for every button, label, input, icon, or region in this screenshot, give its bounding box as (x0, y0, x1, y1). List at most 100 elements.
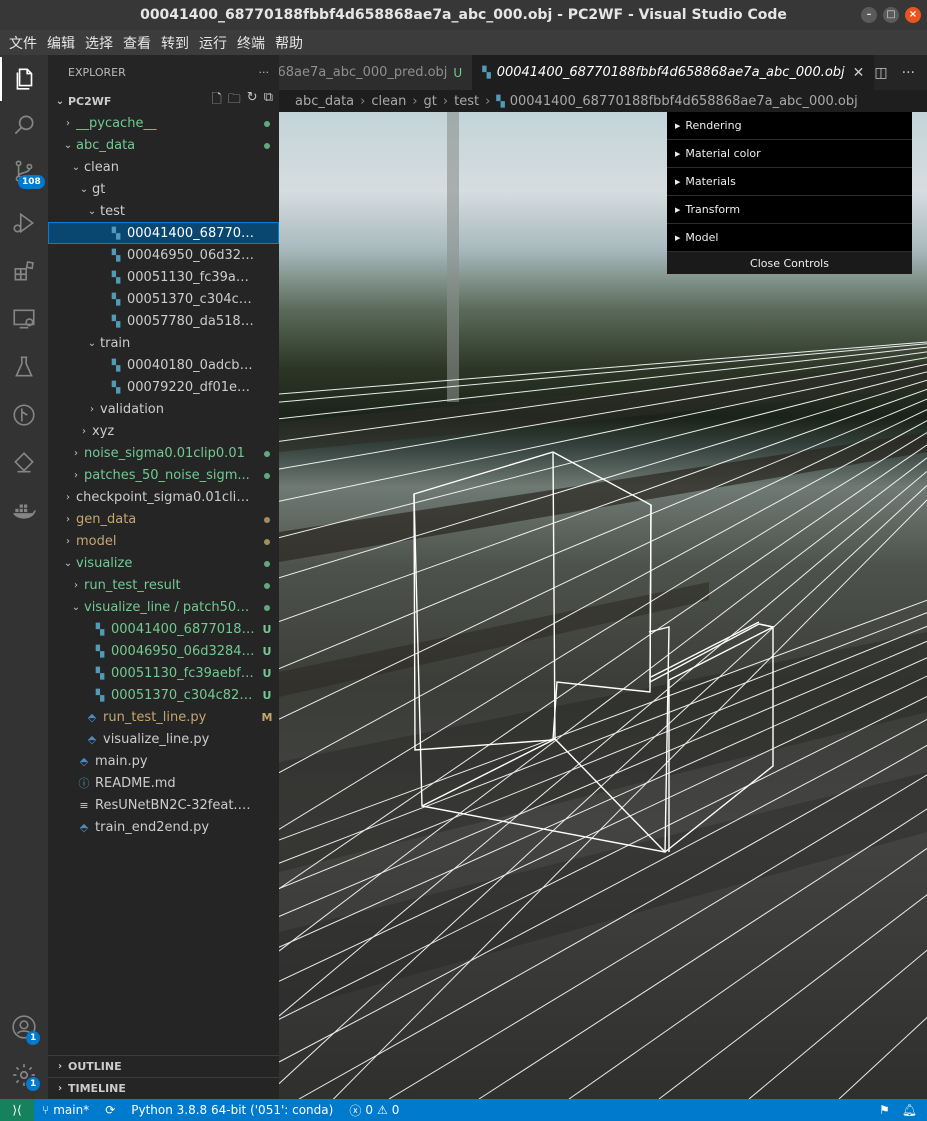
tree-file[interactable]: ▚ 00051370_c304c82e5c88... (48, 288, 279, 310)
account-icon[interactable]: 1 (0, 1005, 48, 1049)
tree-file[interactable]: ≡ ResUNetBN2C-32feat.pth (48, 794, 279, 816)
tree-folder[interactable]: › model (48, 530, 279, 552)
tree-item-label: clean (84, 159, 119, 175)
close-tab-icon[interactable]: ✕ (853, 65, 865, 81)
more-actions-icon[interactable]: ··· (259, 66, 270, 79)
gui-folder-transform[interactable]: ▶ Transform (667, 196, 912, 224)
outline-panel-header[interactable]: › OUTLINE (48, 1055, 279, 1077)
tree-file[interactable]: ▚ 00051130_fc39aebf81c... U (48, 662, 279, 684)
close-controls-button[interactable]: Close Controls (667, 252, 912, 274)
account-badge: 1 (26, 1031, 41, 1045)
error-icon: ⓧ (349, 1103, 362, 1118)
tree-file[interactable]: ⓘ README.md (48, 772, 279, 794)
tree-folder[interactable]: ⌄ train (48, 332, 279, 354)
tree-folder[interactable]: › gen_data (48, 508, 279, 530)
tree-file[interactable]: ▚ 00079220_df01ea5d5c5d... (48, 376, 279, 398)
tree-folder[interactable]: ⌄ gt (48, 178, 279, 200)
menu-help[interactable]: 帮助 (270, 33, 308, 53)
chevron-down-icon: ⌄ (63, 139, 73, 151)
tree-item-label: 00046950_06d3284aaeba... (127, 247, 255, 263)
tree-file[interactable]: ▚ 00046950_06d3284aae... U (48, 640, 279, 662)
tree-file[interactable]: ⬘ visualize_line.py (48, 728, 279, 750)
gui-folder-rendering[interactable]: ▶ Rendering (667, 112, 912, 140)
notifications-bell-icon[interactable]: 🔔︎ (902, 1103, 917, 1117)
minimize-button[interactable]: – (861, 7, 877, 23)
menu-edit[interactable]: 编辑 (42, 33, 80, 53)
workspace-root[interactable]: ⌄ PC2WF 🗋 🗀 ↻ ⧉ (48, 90, 279, 112)
breadcrumb-item[interactable]: 00041400_68770188fbbf4d658868ae7a_abc_00… (510, 94, 858, 109)
tab-pred-obj[interactable]: 58868ae7a_abc_000_pred.obj U (279, 55, 473, 90)
remote-explorer-icon[interactable] (0, 297, 48, 341)
tab-active-obj[interactable]: ▚ 00041400_68770188fbbf4d658868ae7a_abc_… (472, 55, 875, 90)
gui-folder-material-color[interactable]: ▶ Material color (667, 140, 912, 168)
tree-file[interactable]: ▚ 00057780_da518f0dbee0... (48, 310, 279, 332)
menu-go[interactable]: 转到 (156, 33, 194, 53)
docker-icon[interactable] (0, 489, 48, 533)
close-window-button[interactable]: × (905, 7, 921, 23)
tree-file[interactable]: ⬘ train_end2end.py (48, 816, 279, 838)
tree-file[interactable]: ⬘ main.py (48, 750, 279, 772)
tree-file[interactable]: ▚ 00046950_06d3284aaeba... (48, 244, 279, 266)
tree-folder[interactable]: ⌄ test (48, 200, 279, 222)
split-editor-icon[interactable]: ◫ (874, 65, 887, 81)
breadcrumb-item[interactable]: abc_data (295, 94, 354, 109)
live-share-icon[interactable]: ⚑ (879, 1103, 890, 1117)
maximize-button[interactable]: □ (883, 7, 899, 23)
sync-icon[interactable]: ⟳ (97, 1103, 123, 1117)
tree-folder[interactable]: › patches_50_noise_sigm... (48, 464, 279, 486)
new-folder-icon[interactable]: 🗀 (228, 90, 241, 112)
tree-file[interactable]: ▚ 00051130_fc39aebf81cd... (48, 266, 279, 288)
obj-file-icon: ▚ (95, 688, 105, 702)
breadcrumb-item[interactable]: gt (424, 94, 437, 109)
tree-folder[interactable]: ⌄ visualize (48, 552, 279, 574)
tree-file[interactable]: ▚ 00041400_68770188fbbf... (48, 222, 279, 244)
search-icon[interactable] (0, 103, 48, 147)
triangle-right-icon: ▶ (675, 121, 681, 130)
git-graph-icon[interactable] (0, 393, 48, 437)
extensions-icon[interactable] (0, 249, 48, 293)
menu-selection[interactable]: 选择 (80, 33, 118, 53)
branch-indicator[interactable]: ⑂ main* (34, 1103, 97, 1117)
tree-folder[interactable]: ⌄ abc_data (48, 134, 279, 156)
refresh-icon[interactable]: ↻ (247, 90, 258, 112)
tree-folder[interactable]: › __pycache__ (48, 112, 279, 134)
tree-folder[interactable]: ⌄ clean (48, 156, 279, 178)
menu-terminal[interactable]: 终端 (232, 33, 270, 53)
git-status-letter: U (262, 644, 272, 658)
tree-folder[interactable]: › validation (48, 398, 279, 420)
menu-view[interactable]: 查看 (118, 33, 156, 53)
tree-file[interactable]: ▚ 00040180_0adcb4e4b99... (48, 354, 279, 376)
menu-file[interactable]: 文件 (4, 33, 42, 53)
breadcrumb-item[interactable]: clean (371, 94, 406, 109)
problems-indicator[interactable]: ⓧ 0 ⚠ 0 (341, 1102, 407, 1119)
timeline-icon[interactable] (0, 441, 48, 485)
gui-folder-materials[interactable]: ▶ Materials (667, 168, 912, 196)
tree-file[interactable]: ⬘ run_test_line.py M (48, 706, 279, 728)
testing-icon[interactable] (0, 345, 48, 389)
source-control-icon[interactable]: 108 (0, 149, 48, 193)
tree-file[interactable]: ▚ 00051370_c304c82e5c... U (48, 684, 279, 706)
tree-item-label: 00079220_df01ea5d5c5d... (127, 379, 255, 395)
tree-folder[interactable]: ⌄ visualize_line / patch50s... (48, 596, 279, 618)
tree-folder[interactable]: › checkpoint_sigma0.01clip0.01_... (48, 486, 279, 508)
menu-run[interactable]: 运行 (194, 33, 232, 53)
new-file-icon[interactable]: 🗋 (211, 90, 221, 112)
3d-viewer-canvas[interactable]: ▶ Rendering ▶ Material color ▶ Materials ▶ T… (279, 112, 927, 1099)
manage-gear-icon[interactable]: 1 (0, 1053, 48, 1097)
tree-folder[interactable]: › noise_sigma0.01clip0.01 (48, 442, 279, 464)
tree-folder[interactable]: › xyz (48, 420, 279, 442)
more-actions-icon[interactable]: ··· (902, 65, 915, 81)
timeline-panel-header[interactable]: › TIMELINE (48, 1077, 279, 1099)
git-branch-icon: ⑂ (42, 1103, 50, 1117)
run-debug-icon[interactable] (0, 201, 48, 245)
tree-file[interactable]: ▚ 00041400_68770188fb... U (48, 618, 279, 640)
breadcrumb-item[interactable]: test (454, 94, 479, 109)
gui-folder-model[interactable]: ▶ Model (667, 224, 912, 252)
collapse-all-icon[interactable]: ⧉ (264, 90, 273, 112)
explorer-icon[interactable] (0, 57, 48, 101)
tree-folder[interactable]: › run_test_result (48, 574, 279, 596)
remote-indicator-icon[interactable]: ⟩⟨ (0, 1099, 34, 1121)
python-interpreter[interactable]: Python 3.8.8 64-bit ('051': conda) (123, 1103, 341, 1117)
tree-item-label: visualize_line.py (103, 731, 210, 747)
tree-item-label: gen_data (76, 511, 137, 527)
